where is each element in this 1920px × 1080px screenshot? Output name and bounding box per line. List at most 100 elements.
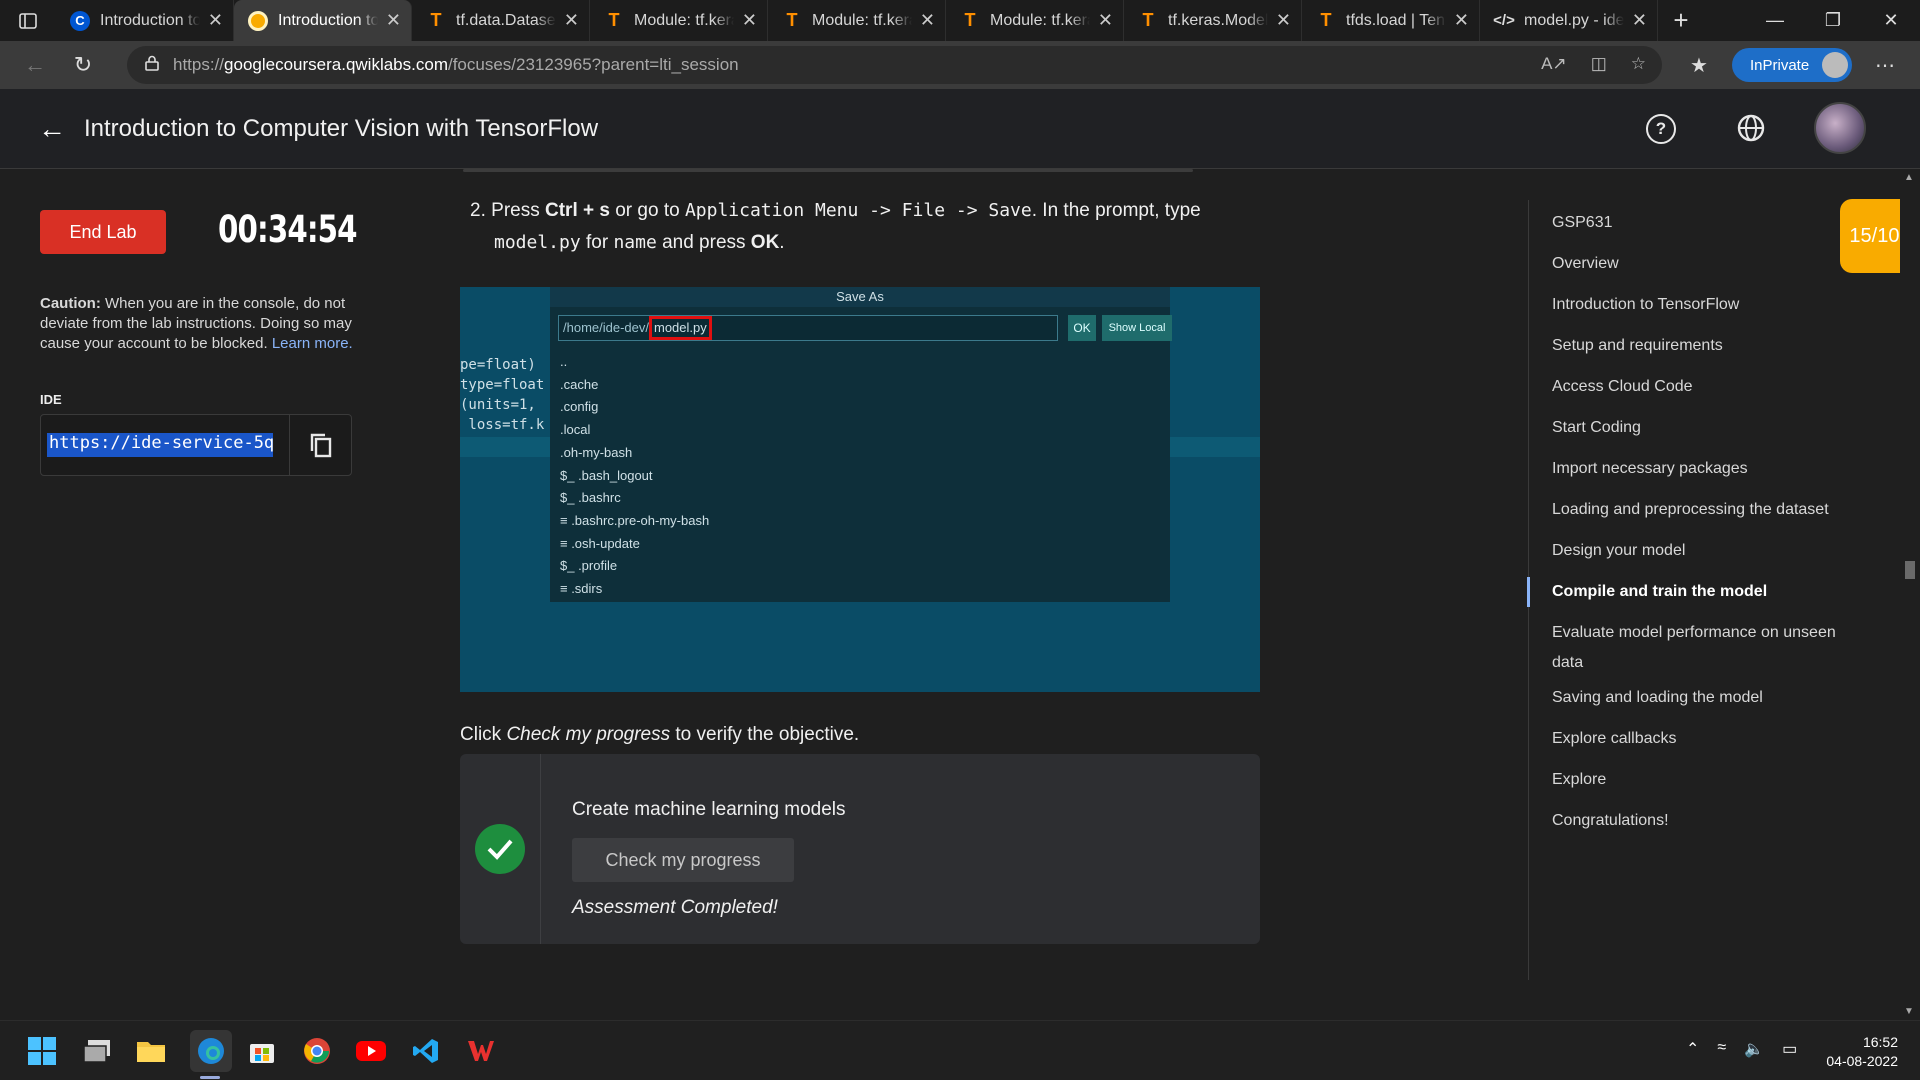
more-menu-icon[interactable]: ⋯ — [1862, 45, 1908, 85]
browser-tab[interactable]: T Module: tf.keras ✕ — [946, 0, 1124, 41]
tab-close-icon[interactable]: ✕ — [564, 10, 579, 31]
caution-note: Caution: When you are in the console, do… — [40, 294, 360, 354]
toc-item[interactable]: Congratulations! — [1529, 806, 1859, 836]
battery-icon[interactable]: ▭ — [1782, 1039, 1797, 1059]
tab-close-icon[interactable]: ✕ — [1276, 10, 1291, 31]
show-hidden-icons-chevron-icon[interactable]: ⌃ — [1686, 1039, 1699, 1059]
back-arrow-icon[interactable]: ← — [38, 113, 66, 145]
new-tab-button[interactable]: + — [1658, 0, 1704, 41]
lab-timer: 00:34:54 — [218, 208, 358, 251]
minimize-button[interactable]: — — [1746, 0, 1804, 41]
youtube-icon[interactable] — [355, 1035, 387, 1067]
restore-button[interactable]: ❐ — [1804, 0, 1862, 41]
show-local-button: Show Local — [1102, 315, 1172, 341]
tab-actions-icon[interactable] — [0, 0, 56, 41]
step-number: 2. — [470, 200, 486, 221]
check-my-progress-button[interactable]: Check my progress — [572, 838, 794, 882]
file-entry: .local — [560, 422, 591, 438]
path-prefix: /home/ide-dev/ — [563, 320, 649, 335]
tab-close-icon[interactable]: ✕ — [1454, 10, 1469, 31]
browser-tab[interactable]: </> model.py - ide ✕ — [1480, 0, 1658, 41]
end-lab-button[interactable]: End Lab — [40, 210, 166, 254]
microsoft-store-icon[interactable] — [246, 1035, 278, 1067]
app-available-icon[interactable]: ◫ — [1591, 54, 1607, 74]
tensorflow-icon: T — [608, 10, 620, 30]
browser-tab[interactable]: Ttf.keras.Model ✕ — [1124, 0, 1302, 41]
save-as-screenshot: pe=float) type=float (units=1, loss=tf.k S… — [460, 287, 1260, 692]
tab-close-icon[interactable]: ✕ — [208, 10, 223, 31]
add-favorite-icon[interactable]: ☆ — [1631, 54, 1646, 74]
toc-item[interactable]: Explore — [1529, 765, 1859, 795]
tab-close-icon[interactable]: ✕ — [386, 10, 401, 31]
taskbar-clock[interactable]: 16:52 04-08-2022 — [1826, 1033, 1898, 1071]
file-explorer-icon[interactable] — [135, 1035, 167, 1067]
wps-office-icon[interactable] — [465, 1035, 497, 1067]
path-input: /home/ide-dev/model.py — [558, 315, 1058, 341]
tab-title: Introduction to Computer Vision — [100, 11, 200, 29]
page-title: Introduction to Computer Vision with Ten… — [84, 114, 599, 142]
url-prefix: https:// — [173, 55, 225, 74]
file-entry: ≡ .osh-update — [560, 535, 640, 551]
tab-close-icon[interactable]: ✕ — [1632, 10, 1647, 31]
windows-start-icon[interactable] — [26, 1035, 58, 1067]
clock-date: 04-08-2022 — [1826, 1053, 1898, 1069]
toc-item[interactable]: Start Coding — [1529, 413, 1859, 443]
code-line: type=float — [460, 377, 545, 393]
tab-close-icon[interactable]: ✕ — [1098, 10, 1113, 31]
task-view-icon[interactable] — [81, 1035, 113, 1067]
url-field[interactable]: https://googlecoursera.qwiklabs.com/focu… — [127, 46, 1662, 84]
toc-item[interactable]: GSP631 — [1529, 208, 1859, 238]
page-scrollbar[interactable]: ▲ ▼ — [1900, 169, 1920, 1020]
system-tray: ⌃ ≈ 🔈 ▭ — [1686, 1039, 1797, 1059]
browser-tab[interactable]: T Module: tf.keras ✕ — [768, 0, 946, 41]
read-aloud-icon[interactable]: A⁠↗ — [1541, 54, 1567, 74]
toc-item[interactable]: Design your model — [1529, 536, 1859, 566]
ide-url-value[interactable]: https://ide-service-5qc — [47, 433, 273, 457]
dialog-ok-button: OK — [1068, 315, 1096, 341]
toc-item[interactable]: Introduction to TensorFlow — [1529, 290, 1859, 320]
refresh-icon[interactable]: ↻ — [60, 45, 106, 85]
tensorflow-icon: T — [1142, 10, 1154, 30]
inprivate-button[interactable]: InPrivate — [1732, 48, 1852, 82]
ide-url-field[interactable]: https://ide-service-5qc — [40, 414, 352, 476]
browser-tab[interactable]: T Module: tf.keras ✕ — [590, 0, 768, 41]
tensorflow-icon: T — [964, 10, 976, 30]
editor-code: pe=float) type=float (units=1, loss=tf.k — [460, 355, 544, 435]
file-entry: $_ .bash_logout — [560, 467, 653, 483]
toc-item[interactable]: Saving and loading the model — [1529, 683, 1859, 713]
browser-tab[interactable]: C Introduction to Computer Vision ✕ — [56, 0, 234, 41]
wifi-icon[interactable]: ≈ — [1717, 1039, 1726, 1059]
toc-item[interactable]: Setup and requirements — [1529, 331, 1859, 361]
toc-item[interactable]: Evaluate model performance on unseen dat… — [1529, 618, 1859, 678]
tab-close-icon[interactable]: ✕ — [742, 10, 757, 31]
tab-close-icon[interactable]: ✕ — [920, 10, 935, 31]
file-entry: .cache — [560, 376, 599, 392]
help-icon[interactable]: ? — [1646, 114, 1676, 144]
scrollbar-thumb[interactable] — [1905, 561, 1915, 579]
language-globe-icon[interactable] — [1736, 113, 1766, 148]
completed-check-icon — [475, 824, 525, 874]
browser-tab[interactable]: Ttf.data.Dataset ✕ — [412, 0, 590, 41]
favorites-icon[interactable]: ★ — [1676, 45, 1722, 85]
browser-tab[interactable]: Ttfds.load | TensorFlow ✕ — [1302, 0, 1480, 41]
highlighted-filename: model.py — [649, 316, 712, 340]
close-window-button[interactable]: ✕ — [1862, 0, 1920, 41]
toc-item[interactable]: Loading and preprocessing the dataset — [1529, 495, 1859, 525]
toc-item[interactable]: Import necessary packages — [1529, 454, 1859, 484]
copy-icon[interactable] — [289, 415, 351, 475]
tab-title: tf.keras.Model — [1168, 11, 1268, 29]
edge-browser-icon[interactable] — [190, 1030, 232, 1072]
learn-more-link[interactable]: Learn more. — [272, 335, 353, 352]
toc-item[interactable]: Access Cloud Code — [1529, 372, 1859, 402]
assessment-status: Assessment Completed! — [572, 897, 778, 918]
browser-tab[interactable]: Introduction to Computer Vision ✕ — [234, 0, 412, 41]
table-of-contents: GSP631 Overview Introduction to TensorFlow… — [1527, 200, 1900, 980]
back-icon[interactable]: ← — [12, 45, 58, 85]
toc-item[interactable]: Compile and train the model — [1527, 577, 1859, 607]
toc-item[interactable]: Explore callbacks — [1529, 724, 1859, 754]
chrome-icon[interactable] — [301, 1035, 333, 1067]
vscode-icon[interactable] — [410, 1035, 442, 1067]
toc-item[interactable]: Overview — [1529, 249, 1859, 279]
user-avatar[interactable] — [1814, 102, 1866, 154]
volume-icon[interactable]: 🔈 — [1744, 1039, 1764, 1059]
